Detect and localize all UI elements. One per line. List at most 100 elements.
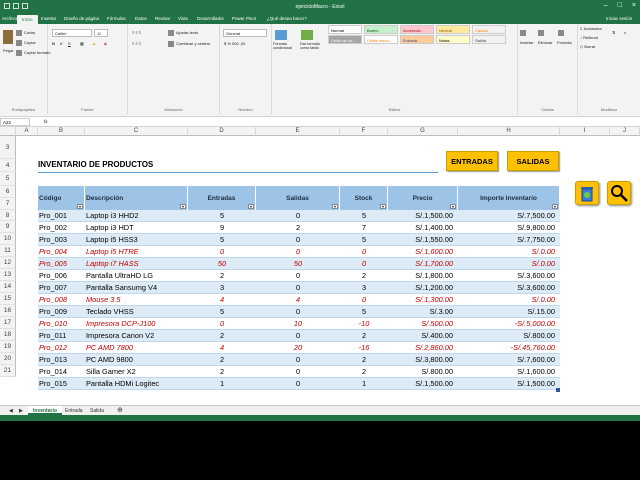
- table-cell[interactable]: S/.1,500.00: [458, 378, 560, 389]
- table-cell[interactable]: Pro_003: [38, 234, 85, 245]
- table-row[interactable]: Pro_007 Pantalla Sansumg V4 3 0 3 S/.1,200.00…: [38, 282, 560, 294]
- table-cell[interactable]: 5: [188, 234, 256, 245]
- table-cell[interactable]: 5: [340, 210, 388, 221]
- italic-button[interactable]: K: [60, 41, 63, 46]
- table-cell[interactable]: S/.0.00: [458, 258, 560, 269]
- table-cell[interactable]: 10: [256, 318, 340, 329]
- currency-icon[interactable]: $ % 000 ,00: [224, 41, 245, 46]
- tab-diseno[interactable]: Diseño de página: [64, 16, 99, 21]
- tab-inicio[interactable]: Inicio: [17, 15, 38, 24]
- table-cell[interactable]: 5: [188, 210, 256, 221]
- table-cell[interactable]: S/.400.00: [388, 330, 458, 341]
- style-bueno[interactable]: Bueno: [364, 25, 398, 34]
- table-cell[interactable]: S/.1,550.00: [388, 234, 458, 245]
- corner-cell[interactable]: [0, 127, 16, 136]
- table-cell[interactable]: 0: [256, 354, 340, 365]
- table-cell[interactable]: Silla Gamer X2: [85, 366, 188, 377]
- table-row[interactable]: Pro_004 Laptop i5 HTRE 0 0 0 S/.1,600.00 S/.0.…: [38, 246, 560, 258]
- table-cell[interactable]: Teclado VHSS: [85, 306, 188, 317]
- table-cell[interactable]: Laptop i7 HASS: [85, 258, 188, 269]
- tab-desarrollador[interactable]: Desarrollador: [197, 16, 224, 21]
- font-name-select[interactable]: Calibri: [52, 29, 92, 37]
- sheet-tab-inventario[interactable]: Inventario: [28, 406, 62, 415]
- table-cell[interactable]: 5: [188, 306, 256, 317]
- search-icon[interactable]: [607, 181, 631, 205]
- table-row[interactable]: Pro_005 Laptop i7 HASS 50 50 0 S/.1,700.00 S/.…: [38, 258, 560, 270]
- table-cell[interactable]: 1: [188, 378, 256, 389]
- table-cell[interactable]: S/.0.00: [458, 294, 560, 305]
- table-cell[interactable]: Laptop i3 HDT: [85, 222, 188, 233]
- bold-button[interactable]: N: [52, 41, 55, 46]
- underline-button[interactable]: S: [68, 41, 71, 46]
- row-header[interactable]: 15: [0, 293, 16, 305]
- table-cell[interactable]: S/.800.00: [458, 330, 560, 341]
- table-cell[interactable]: S/.3.00: [388, 306, 458, 317]
- fx-icon[interactable]: fx: [44, 119, 48, 124]
- table-cell[interactable]: 9: [188, 222, 256, 233]
- tab-power-pivot[interactable]: Power Pivot: [232, 16, 256, 21]
- close-icon[interactable]: ×: [632, 2, 636, 9]
- table-cell[interactable]: 5: [340, 306, 388, 317]
- table-cell[interactable]: PC AMD 9800: [85, 354, 188, 365]
- cut-button[interactable]: Cortar: [16, 30, 35, 36]
- table-cell[interactable]: Pro_011: [38, 330, 85, 341]
- tab-archivo[interactable]: Archivo: [2, 16, 17, 21]
- table-cell[interactable]: 2: [340, 366, 388, 377]
- fill-button[interactable]: ↓ Rellenar: [580, 35, 598, 40]
- table-cell[interactable]: 0: [188, 318, 256, 329]
- column-header[interactable]: E: [256, 127, 340, 136]
- style-celda-comprobacion[interactable]: Celda de co...: [328, 35, 362, 44]
- table-cell[interactable]: S/.1,600.00: [458, 366, 560, 377]
- maximize-icon[interactable]: □: [618, 2, 622, 9]
- filter-dropdown-icon[interactable]: ▾: [450, 204, 456, 209]
- table-cell[interactable]: 3: [188, 282, 256, 293]
- row-header[interactable]: 12: [0, 257, 16, 269]
- tab-insertar[interactable]: Insertar: [41, 16, 56, 21]
- table-cell[interactable]: S/.2,860.00: [388, 342, 458, 353]
- entradas-button[interactable]: ENTRADAS: [446, 151, 498, 171]
- sheet-nav-next-icon[interactable]: ▶: [14, 406, 28, 415]
- minimize-icon[interactable]: –: [604, 2, 608, 9]
- table-cell[interactable]: -S/.5,000.00: [458, 318, 560, 329]
- table-cell[interactable]: S/.3,600.00: [458, 270, 560, 281]
- table-cell[interactable]: PC AMD 7800: [85, 342, 188, 353]
- table-cell[interactable]: 50: [256, 258, 340, 269]
- filter-dropdown-icon[interactable]: ▾: [380, 204, 386, 209]
- signin-link[interactable]: Iniciar sesión: [606, 16, 632, 21]
- table-cell[interactable]: Impresora Canon V2: [85, 330, 188, 341]
- table-cell[interactable]: Pro_013: [38, 354, 85, 365]
- table-row[interactable]: Pro_003 Laptop i5 HSS3 5 0 5 S/.1,550.00 S/.7,…: [38, 234, 560, 246]
- table-cell[interactable]: 7: [340, 222, 388, 233]
- column-header[interactable]: D: [188, 127, 256, 136]
- table-cell[interactable]: S/.7,600.00: [458, 354, 560, 365]
- table-cell[interactable]: Impresora DCP-J100: [85, 318, 188, 329]
- table-cell[interactable]: S/.1,400.00: [388, 222, 458, 233]
- table-cell[interactable]: Pro_001: [38, 210, 85, 221]
- filter-dropdown-icon[interactable]: ▾: [552, 204, 558, 209]
- sort-filter-button[interactable]: ⇅: [612, 30, 615, 35]
- table-cell[interactable]: 0: [256, 366, 340, 377]
- table-cell[interactable]: 0: [256, 282, 340, 293]
- name-box[interactable]: A22: [0, 118, 30, 126]
- table-cell[interactable]: Laptop i5 HSS3: [85, 234, 188, 245]
- row-header[interactable]: 18: [0, 329, 16, 341]
- style-neutral[interactable]: Neutral: [436, 25, 470, 34]
- table-cell[interactable]: -10: [340, 318, 388, 329]
- table-cell[interactable]: S/.1,500.00: [388, 210, 458, 221]
- style-celda-vinculada[interactable]: Celda vincul...: [364, 35, 398, 44]
- table-cell[interactable]: 0: [340, 246, 388, 257]
- find-select-button[interactable]: ⌕: [624, 30, 626, 35]
- table-cell[interactable]: S/.1,800.00: [388, 270, 458, 281]
- table-cell[interactable]: Pro_009: [38, 306, 85, 317]
- row-header[interactable]: 21: [0, 365, 16, 377]
- column-header[interactable]: A: [16, 127, 38, 136]
- clear-button[interactable]: ◇ Borrar: [580, 44, 595, 49]
- table-row[interactable]: Pro_006 Pantalla UltraHD LG 2 0 2 S/.1,800.00…: [38, 270, 560, 282]
- tab-vista[interactable]: Vista: [178, 16, 188, 21]
- filter-dropdown-icon[interactable]: ▾: [248, 204, 254, 209]
- table-cell[interactable]: Pro_006: [38, 270, 85, 281]
- table-cell[interactable]: Pro_004: [38, 246, 85, 257]
- table-cell[interactable]: 20: [256, 342, 340, 353]
- table-cell[interactable]: 50: [188, 258, 256, 269]
- table-cell[interactable]: S/.0.00: [458, 246, 560, 257]
